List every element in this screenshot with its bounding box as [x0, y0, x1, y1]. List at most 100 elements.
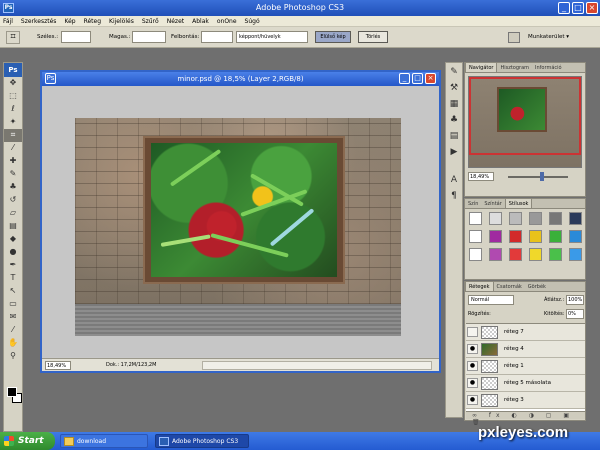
document-canvas[interactable]	[42, 86, 439, 357]
restore-icon[interactable]: □	[572, 2, 584, 14]
shape-tool-icon[interactable]: ▭	[4, 298, 22, 311]
menu-window[interactable]: Ablak	[192, 18, 209, 25]
style-swatch[interactable]	[529, 212, 542, 225]
pen-tool-icon[interactable]: ✒	[4, 259, 22, 272]
clone-stamp-tool-icon[interactable]: ♣	[4, 181, 22, 194]
tab-layers[interactable]: Rétegek	[465, 282, 494, 291]
menu-help[interactable]: Súgó	[245, 18, 260, 25]
layer-comps-icon[interactable]: ▦	[446, 97, 462, 111]
foreground-color-swatch[interactable]	[7, 387, 17, 397]
layer-row[interactable]: ● réteg 5 másolata	[466, 375, 585, 392]
style-swatch[interactable]	[549, 230, 562, 243]
paragraph-icon[interactable]: ¶	[446, 189, 462, 203]
close-icon[interactable]: ×	[586, 2, 598, 14]
style-swatch[interactable]	[489, 230, 502, 243]
height-field[interactable]	[132, 31, 166, 43]
menu-select[interactable]: Kijelölés	[109, 18, 134, 25]
layer-row[interactable]: ● réteg 4	[466, 341, 585, 358]
width-field[interactable]	[61, 31, 91, 43]
taskbar-item-download[interactable]: download	[60, 434, 148, 448]
style-swatch[interactable]	[569, 230, 582, 243]
eye-icon[interactable]: ●	[467, 378, 478, 388]
hand-tool-icon[interactable]: ✋	[4, 337, 22, 350]
style-swatch[interactable]	[509, 248, 522, 261]
doc-minimize-icon[interactable]: _	[399, 73, 410, 84]
layer-row[interactable]: réteg 7	[466, 324, 585, 341]
layers-footer-icons[interactable]: ∞ fx ◐ ◑ ▢ ▣ 🗑	[466, 411, 585, 426]
layer-row[interactable]: ● réteg 3	[466, 392, 585, 409]
fill-field[interactable]: 0%	[566, 309, 584, 319]
visibility-toggle-icon[interactable]	[467, 327, 478, 337]
marquee-tool-icon[interactable]: ⬚	[4, 90, 22, 103]
navigator-zoom-slider[interactable]	[508, 176, 568, 178]
eye-icon[interactable]: ●	[467, 395, 478, 405]
style-swatch[interactable]	[489, 212, 502, 225]
tab-color[interactable]: Szín	[465, 199, 481, 208]
move-tool-icon[interactable]: ✥	[4, 77, 22, 90]
history-brush-tool-icon[interactable]: ↺	[4, 194, 22, 207]
style-swatch[interactable]	[509, 212, 522, 225]
crop-tool-icon[interactable]: ⌗	[4, 129, 22, 142]
start-button[interactable]: Start	[0, 432, 55, 450]
resolution-field[interactable]	[201, 31, 233, 43]
style-swatch[interactable]	[469, 212, 482, 225]
style-swatch[interactable]	[469, 248, 482, 261]
type-tool-icon[interactable]: T	[4, 272, 22, 285]
eye-icon[interactable]: ●	[467, 344, 478, 354]
eraser-tool-icon[interactable]: ▱	[4, 207, 22, 220]
menu-layer[interactable]: Réteg	[84, 18, 101, 25]
tab-swatches[interactable]: Színtár	[481, 199, 504, 208]
menu-view[interactable]: Nézet	[167, 18, 184, 25]
layer-row[interactable]: ● réteg 1	[466, 358, 585, 375]
zoom-field[interactable]: 18,49%	[45, 361, 71, 370]
dodge-tool-icon[interactable]: ●	[4, 246, 22, 259]
opacity-field[interactable]: 100%	[566, 295, 584, 305]
navigator-thumbnail[interactable]	[468, 76, 582, 168]
menu-edit[interactable]: Szerkesztés	[21, 18, 57, 25]
actions-icon[interactable]: ▶	[446, 145, 462, 159]
menu-image[interactable]: Kép	[64, 18, 75, 25]
style-swatch[interactable]	[549, 248, 562, 261]
style-swatch[interactable]	[529, 248, 542, 261]
doc-maximize-icon[interactable]: □	[412, 73, 423, 84]
style-swatch[interactable]	[509, 230, 522, 243]
history-icon[interactable]: ▤	[446, 129, 462, 143]
zoom-tool-icon[interactable]: ⚲	[4, 350, 22, 363]
character-icon[interactable]: A	[446, 173, 462, 187]
healing-tool-icon[interactable]: ✚	[4, 155, 22, 168]
resolution-unit-select[interactable]: képpont/hüvelyk	[236, 31, 308, 43]
clone-source-icon[interactable]: ♣	[446, 113, 462, 127]
brushes-icon[interactable]: ✎	[446, 65, 462, 79]
path-selection-tool-icon[interactable]: ↖	[4, 285, 22, 298]
eyedropper2-tool-icon[interactable]: ⁄	[4, 324, 22, 337]
blend-mode-select[interactable]: Normál	[468, 295, 514, 305]
crop-tool-icon[interactable]: ⌗	[6, 31, 20, 44]
style-swatch[interactable]	[569, 248, 582, 261]
style-swatch[interactable]	[549, 212, 562, 225]
horizontal-scrollbar[interactable]	[202, 361, 432, 370]
menu-filter[interactable]: Szűrő	[142, 18, 159, 25]
brush-tool-icon[interactable]: ✎	[4, 168, 22, 181]
gradient-tool-icon[interactable]: ▤	[4, 220, 22, 233]
lasso-tool-icon[interactable]: ℓ	[4, 103, 22, 116]
tab-channels[interactable]: Csatornák	[494, 282, 525, 291]
document-info[interactable]: Dok.: 17,2M/123,2M	[106, 362, 156, 368]
minimize-icon[interactable]: _	[558, 2, 570, 14]
navigator-zoom-field[interactable]: 18,49%	[468, 172, 494, 181]
blur-tool-icon[interactable]: ◆	[4, 233, 22, 246]
style-swatch[interactable]	[529, 230, 542, 243]
eyedropper-tool-icon[interactable]: ⁄	[4, 142, 22, 155]
taskbar-item-photoshop[interactable]: Adobe Photoshop CS3	[155, 434, 249, 448]
doc-close-icon[interactable]: ×	[425, 73, 436, 84]
eye-icon[interactable]: ●	[467, 361, 478, 371]
tab-navigator[interactable]: Navigátor	[465, 63, 498, 72]
front-image-button[interactable]: Elülső kép	[315, 31, 351, 43]
canvas-image[interactable]	[75, 118, 401, 336]
clear-button[interactable]: Törlés	[358, 31, 388, 43]
style-swatch[interactable]	[569, 212, 582, 225]
workspace-icon[interactable]	[508, 32, 520, 43]
tab-info[interactable]: Információ	[532, 63, 565, 72]
style-swatch[interactable]	[489, 248, 502, 261]
navigator-zoom-knob[interactable]	[540, 172, 544, 181]
menu-file[interactable]: Fájl	[3, 18, 13, 25]
